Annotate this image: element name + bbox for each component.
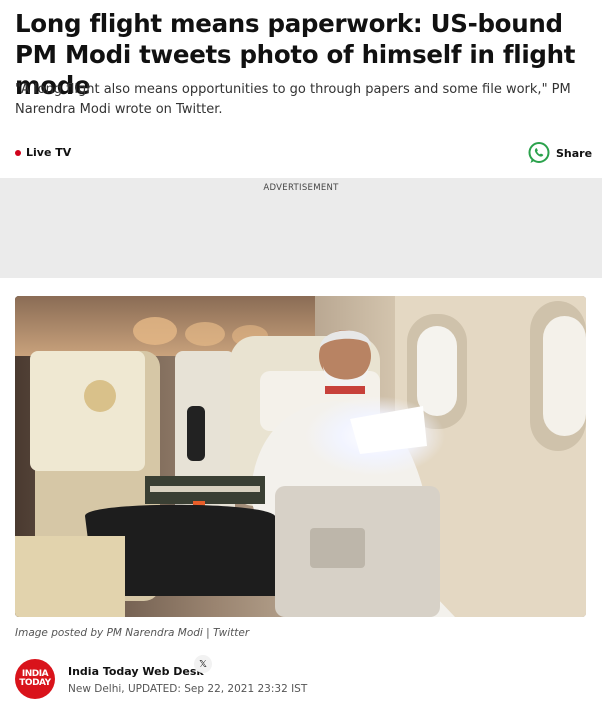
share-label: Share (556, 146, 593, 160)
x-icon[interactable]: 𝕏 (194, 655, 212, 673)
logo-text-line2: TODAY (19, 678, 51, 688)
live-dot-icon (15, 149, 21, 156)
author-name[interactable]: India Today Web Desk (68, 665, 204, 678)
advertisement-slot: ADVERTISEMENT (0, 178, 602, 278)
share-button[interactable]: Share (527, 141, 592, 165)
article-photo[interactable] (15, 296, 586, 617)
byline: New Delhi, UPDATED: Sep 22, 2021 23:32 I… (68, 683, 307, 695)
live-tv-label: Live TV (26, 146, 72, 159)
photo-illustration (15, 296, 586, 617)
byline-location: New Delhi, (68, 683, 125, 695)
article-summary: "A long flight also means opportunities … (15, 82, 571, 117)
advertisement-label: ADVERTISEMENT (263, 183, 339, 193)
live-tv-link[interactable]: Live TV (15, 146, 71, 159)
whatsapp-icon (528, 142, 550, 163)
photo-caption: Image posted by PM Narendra Modi | Twitt… (15, 627, 250, 639)
byline-updated: UPDATED: Sep 22, 2021 23:32 IST (127, 683, 308, 695)
author-logo[interactable]: INDIA TODAY (15, 659, 55, 699)
